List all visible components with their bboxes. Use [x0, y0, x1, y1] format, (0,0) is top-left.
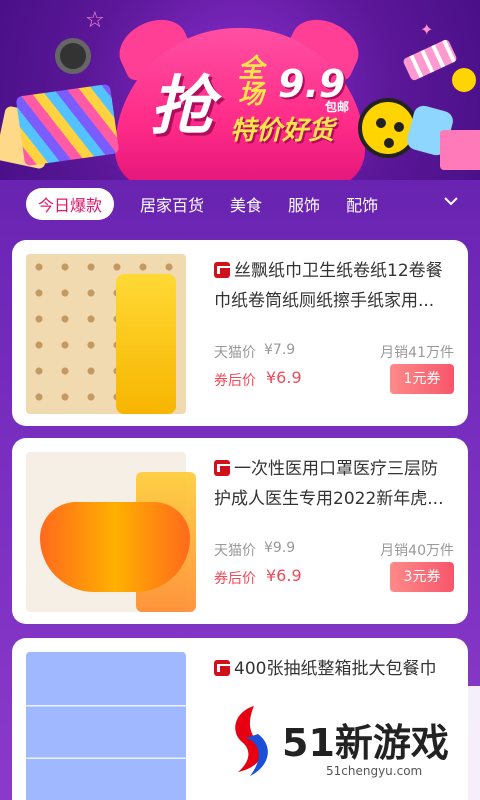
after-coupon-label: 券后价	[214, 571, 256, 587]
tab-today-hot[interactable]: 今日爆款	[26, 188, 115, 220]
site-logo-icon	[235, 706, 268, 776]
original-price: ¥7.9	[264, 342, 296, 358]
original-price-label: 天猫价	[214, 345, 256, 361]
mask-image	[40, 502, 190, 592]
watch-image	[55, 38, 91, 74]
star-icon: ☆	[85, 8, 105, 33]
pencils-image	[402, 38, 458, 82]
tab-home-goods[interactable]: 居家百货	[140, 192, 204, 216]
monthly-sales: 月销41万件	[380, 345, 454, 361]
box-image	[440, 130, 480, 170]
tab-accessories[interactable]: 配饰	[346, 192, 378, 216]
tissue-pack-image	[116, 274, 176, 414]
product-card[interactable]: 一次性医用口罩医疗三层防护成人医生专用2022新年虎... 天猫价 ¥9.9 月…	[12, 438, 468, 624]
product-title[interactable]: 一次性医用口罩医疗三层防护成人医生专用2022新年虎...	[214, 454, 454, 514]
banner-prefix: 全场	[238, 54, 265, 110]
tab-food[interactable]: 美食	[230, 192, 262, 216]
banner-grab-text: 抢	[150, 70, 214, 144]
product-image[interactable]	[26, 652, 186, 800]
original-price-label: 天猫价	[214, 543, 256, 559]
product-card[interactable]: 丝飘纸巾卫生纸卷纸12卷餐巾纸卷筒纸厕纸擦手纸家用... 天猫价 ¥7.9 月销…	[12, 240, 468, 426]
after-coupon-price: ¥6.9	[266, 566, 302, 585]
watermark-text: 51新游戏	[282, 721, 449, 765]
product-image[interactable]	[26, 254, 186, 414]
product-image[interactable]	[26, 452, 196, 612]
after-coupon-label: 券后价	[214, 373, 256, 389]
product-title[interactable]: 400张抽纸整箱批大包餐巾	[214, 654, 454, 684]
original-price: ¥9.9	[264, 540, 296, 556]
ball-image	[452, 68, 476, 92]
watermark-url: 51chengyu.com	[326, 764, 423, 778]
tab-clothing[interactable]: 服饰	[288, 192, 320, 216]
product-title[interactable]: 丝飘纸巾卫生纸卷纸12卷餐巾纸卷筒纸厕纸擦手纸家用...	[214, 256, 454, 316]
gift-box-image	[15, 83, 120, 167]
star-icon: ✦	[420, 20, 434, 39]
promo-banner[interactable]: ☆ ✦ 抢 全场 9.9 包邮 特价好货	[0, 0, 480, 180]
category-tabs: 今日爆款 居家百货 美食 服饰 配饰	[0, 180, 480, 228]
coupon-button[interactable]: 1元券	[390, 364, 454, 394]
chevron-down-icon[interactable]	[444, 194, 458, 208]
monthly-sales: 月销40万件	[380, 543, 454, 559]
after-coupon-price: ¥6.9	[266, 368, 302, 387]
banner-subtitle: 特价好货	[230, 116, 335, 146]
coupon-button[interactable]: 3元券	[390, 562, 454, 592]
